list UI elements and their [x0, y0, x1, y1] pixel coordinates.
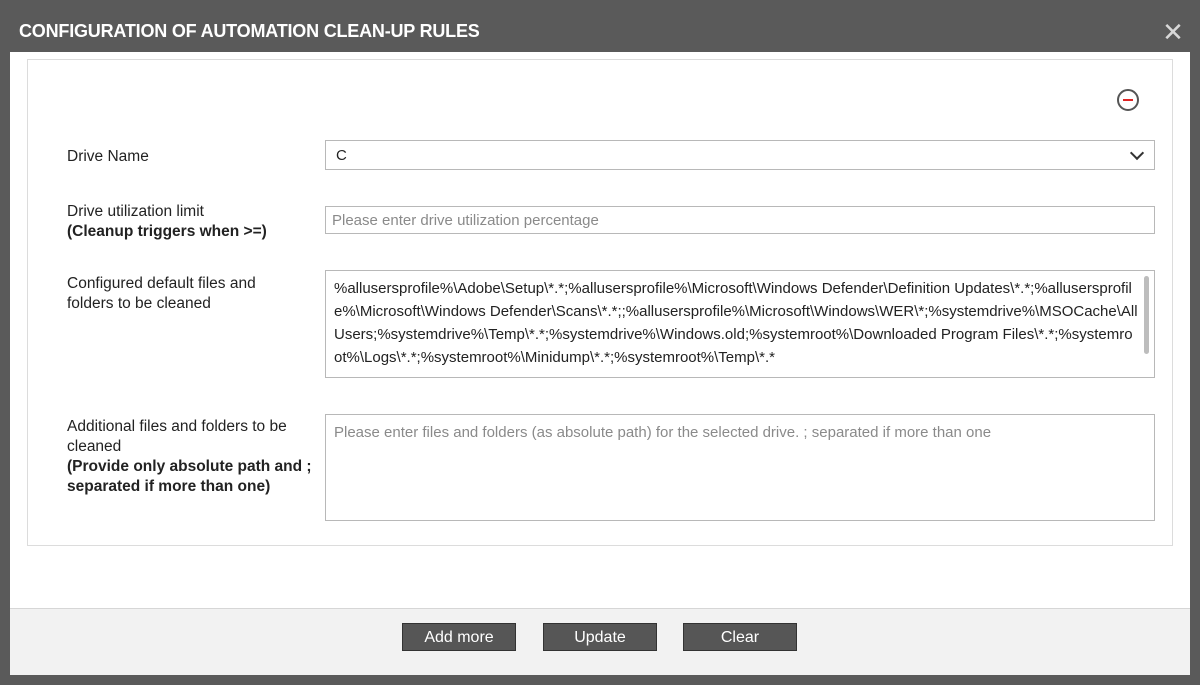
add-more-button[interactable]: Add more [402, 623, 516, 651]
clear-button[interactable]: Clear [683, 623, 797, 651]
configured-paths-textarea[interactable]: %allusersprofile%\Adobe\Setup\*.*;%allus… [325, 270, 1155, 378]
utilization-label-text: Drive utilization limit [67, 203, 204, 220]
close-icon[interactable]: ✕ [1158, 17, 1188, 47]
configured-paths-value: %allusersprofile%\Adobe\Setup\*.*;%allus… [334, 280, 1138, 366]
drive-name-value: C [336, 147, 347, 164]
utilization-sublabel: (Cleanup triggers when >=) [67, 223, 267, 240]
dialog-titlebar: CONFIGURATION OF AUTOMATION CLEAN-UP RUL… [10, 10, 1190, 52]
drive-name-label-text: Drive Name [67, 148, 149, 165]
additional-label: Additional files and folders to be clean… [67, 417, 317, 497]
drive-name-label: Drive Name [67, 147, 149, 167]
chevron-down-icon [1129, 145, 1145, 161]
utilization-input[interactable] [325, 206, 1155, 234]
drive-name-select[interactable]: C [325, 140, 1155, 170]
rule-panel: Drive Name C Drive utilization limit (Cl… [27, 59, 1173, 546]
additional-paths-textarea[interactable] [325, 414, 1155, 521]
dialog-title: CONFIGURATION OF AUTOMATION CLEAN-UP RUL… [19, 21, 480, 41]
update-button[interactable]: Update [543, 623, 657, 651]
configured-label-text: Configured default files and folders to … [67, 275, 256, 312]
dialog-footer: Add more Update Clear [10, 608, 1190, 675]
additional-label-text: Additional files and folders to be clean… [67, 418, 287, 455]
remove-rule-icon[interactable] [1117, 89, 1139, 111]
configured-scrollbar[interactable] [1144, 276, 1149, 354]
configured-label: Configured default files and folders to … [67, 274, 297, 314]
additional-sublabel: (Provide only absolute path and ; separa… [67, 458, 312, 495]
utilization-label: Drive utilization limit (Cleanup trigger… [67, 202, 267, 242]
cleanup-rules-dialog: CONFIGURATION OF AUTOMATION CLEAN-UP RUL… [10, 10, 1190, 675]
